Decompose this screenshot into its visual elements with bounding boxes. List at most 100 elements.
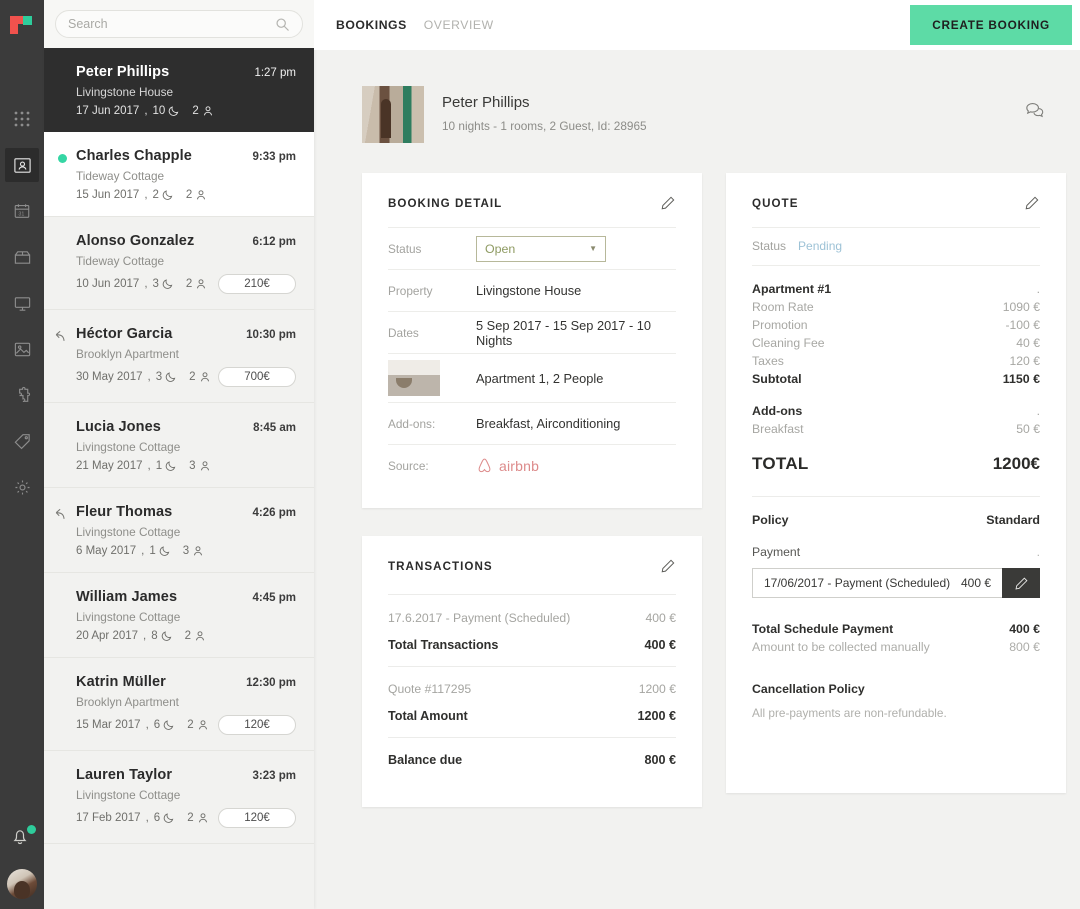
app-logo[interactable] bbox=[9, 12, 35, 38]
booking-time: 8:45 am bbox=[253, 422, 296, 434]
tab-bookings[interactable]: BOOKINGS bbox=[336, 18, 407, 32]
edit-payment-pencil-icon[interactable] bbox=[1002, 568, 1040, 598]
quote-payment-field: 17/06/2017 - Payment (Scheduled) 400 € bbox=[752, 568, 1040, 598]
cards-container: BOOKING DETAIL Status Op bbox=[362, 173, 1066, 807]
booking-list-item[interactable]: Peter Phillips1:27 pmLivingstone House17… bbox=[44, 48, 314, 132]
notification-bell-icon[interactable] bbox=[9, 825, 35, 851]
edit-booking-detail-pencil-icon[interactable] bbox=[660, 195, 676, 211]
booking-addons-row: Add-ons: Breakfast, Airconditioning bbox=[388, 402, 676, 444]
person-icon bbox=[199, 371, 211, 383]
booking-list-item[interactable]: William James4:45 pmLivingstone Cottage2… bbox=[44, 573, 314, 658]
transactions-title: TRANSACTIONS bbox=[388, 560, 493, 573]
booking-guests: 2 bbox=[186, 189, 192, 201]
quote-title: QUOTE bbox=[752, 197, 798, 210]
payment-entry-input[interactable]: 17/06/2017 - Payment (Scheduled) 400 € bbox=[752, 568, 1002, 598]
booking-guests: 3 bbox=[183, 545, 189, 557]
left-cards-column: BOOKING DETAIL Status Op bbox=[362, 173, 702, 807]
booking-dates-row: Dates 5 Sep 2017 - 15 Sep 2017 - 10 Nigh… bbox=[388, 311, 676, 353]
bookings-list-column: Peter Phillips1:27 pmLivingstone House17… bbox=[44, 0, 314, 909]
quote-status-badge[interactable]: Pending bbox=[798, 239, 842, 253]
search-box[interactable] bbox=[55, 10, 303, 38]
booking-nights: 3 bbox=[153, 278, 159, 290]
booking-detail-card: BOOKING DETAIL Status Op bbox=[362, 173, 702, 508]
moon-icon bbox=[162, 189, 174, 201]
transactions-rows-2: Quote #1172951200 €Total Amount1200 € bbox=[388, 682, 676, 723]
quote-line-value: 50 € bbox=[1016, 422, 1040, 436]
airbnb-wordmark: airbnb bbox=[499, 458, 539, 474]
calendar-icon[interactable]: 31 bbox=[5, 194, 39, 228]
quote-policy-row: Policy Standard bbox=[752, 513, 1040, 527]
booking-room-value: Apartment 1, 2 People bbox=[476, 371, 603, 386]
booking-addons-value: Breakfast, Airconditioning bbox=[476, 416, 620, 431]
quote-line-label: Room Rate bbox=[752, 300, 814, 314]
logo-teal-square bbox=[23, 16, 32, 25]
booking-nights: 6 bbox=[154, 719, 160, 731]
booking-date: 21 May 2017 bbox=[76, 460, 143, 472]
edit-transactions-pencil-icon[interactable] bbox=[660, 558, 676, 574]
booking-list-item[interactable]: Fleur Thomas4:26 pmLivingstone Cottage6 … bbox=[44, 488, 314, 573]
quote-line-label: Promotion bbox=[752, 318, 808, 332]
image-icon[interactable] bbox=[5, 332, 39, 366]
quote-line-value: 40 € bbox=[1016, 336, 1040, 350]
booking-list-item[interactable]: Katrin Müller12:30 pmBrooklyn Apartment1… bbox=[44, 658, 314, 751]
booking-guest-name: Charles Chapple bbox=[76, 148, 192, 164]
meta-separator: , bbox=[144, 105, 147, 117]
top-bar: BOOKINGS OVERVIEW CREATE BOOKING bbox=[314, 0, 1080, 50]
transaction-label: Total Transactions bbox=[388, 638, 498, 652]
booking-status-select[interactable]: Open ▼ bbox=[476, 236, 606, 262]
create-booking-button[interactable]: CREATE BOOKING bbox=[910, 5, 1072, 45]
booking-list-item[interactable]: Héctor Garcia10:30 pmBrooklyn Apartment3… bbox=[44, 310, 314, 403]
search-icon bbox=[275, 17, 290, 32]
left-nav-rail: 31 bbox=[0, 0, 44, 909]
quote-subtotal-label: Subtotal bbox=[752, 372, 802, 386]
edit-quote-pencil-icon[interactable] bbox=[1024, 195, 1040, 211]
bookings-list[interactable]: Peter Phillips1:27 pmLivingstone House17… bbox=[44, 48, 314, 909]
quote-apartment-label: Apartment #1 bbox=[752, 282, 831, 296]
row-gap bbox=[388, 625, 676, 638]
booking-nights: 1 bbox=[149, 545, 155, 557]
booking-date: 20 Apr 2017 bbox=[76, 630, 138, 642]
gear-icon[interactable] bbox=[5, 470, 39, 504]
booking-list-item[interactable]: Lucia Jones8:45 amLivingstone Cottage21 … bbox=[44, 403, 314, 488]
row-gap bbox=[388, 696, 676, 709]
booking-list-item[interactable]: Lauren Taylor3:23 pmLivingstone Cottage1… bbox=[44, 751, 314, 844]
transaction-row: Quote #1172951200 € bbox=[388, 682, 676, 696]
quote-status-label: Status bbox=[752, 239, 786, 253]
box-icon[interactable] bbox=[5, 240, 39, 274]
booking-meta: 17 Jun 2017,102 bbox=[76, 105, 214, 117]
tag-icon[interactable] bbox=[5, 424, 39, 458]
booking-source-row: Source: airbnb bbox=[388, 444, 676, 486]
person-icon bbox=[195, 189, 207, 201]
transaction-value: 400 € bbox=[646, 611, 677, 625]
meta-separator: , bbox=[143, 630, 146, 642]
booking-property: Tideway Cottage bbox=[76, 254, 296, 268]
booking-nights: 8 bbox=[151, 630, 157, 642]
booking-date: 17 Feb 2017 bbox=[76, 812, 141, 824]
booking-room-row: Apartment 1, 2 People bbox=[388, 353, 676, 402]
booking-guests: 2 bbox=[187, 812, 193, 824]
user-avatar[interactable] bbox=[7, 869, 37, 899]
booking-meta: 10 Jun 2017,32 bbox=[76, 278, 207, 290]
airbnb-logo: airbnb bbox=[476, 457, 539, 475]
moon-icon bbox=[165, 460, 177, 472]
booking-guest-name: Lucia Jones bbox=[76, 419, 161, 435]
search-bar bbox=[44, 0, 314, 48]
quote-addons-section: Add-ons . Breakfast50 € bbox=[752, 402, 1040, 438]
tab-overview[interactable]: OVERVIEW bbox=[424, 18, 494, 32]
puzzle-icon[interactable] bbox=[5, 378, 39, 412]
booking-list-item[interactable]: Charles Chapple9:33 pmTideway Cottage15 … bbox=[44, 132, 314, 217]
chat-bubble-icon[interactable] bbox=[1024, 86, 1066, 125]
monitor-icon[interactable] bbox=[5, 286, 39, 320]
booking-price-badge: 700€ bbox=[218, 367, 296, 387]
apps-grid-icon[interactable] bbox=[5, 102, 39, 136]
booking-detail-title: BOOKING DETAIL bbox=[388, 197, 502, 210]
balance-due-row: Balance due 800 € bbox=[388, 753, 676, 767]
search-input[interactable] bbox=[68, 17, 275, 31]
contact-card-icon[interactable] bbox=[5, 148, 39, 182]
booking-meta: 15 Jun 2017,22 bbox=[76, 189, 207, 201]
meta-separator: , bbox=[141, 545, 144, 557]
booking-guest-name: William James bbox=[76, 589, 177, 605]
booking-guests: 2 bbox=[185, 630, 191, 642]
booking-list-item[interactable]: Alonso Gonzalez6:12 pmTideway Cottage10 … bbox=[44, 217, 314, 310]
quote-body: Status Pending Apartment #1 . Room Rate1… bbox=[726, 227, 1066, 742]
